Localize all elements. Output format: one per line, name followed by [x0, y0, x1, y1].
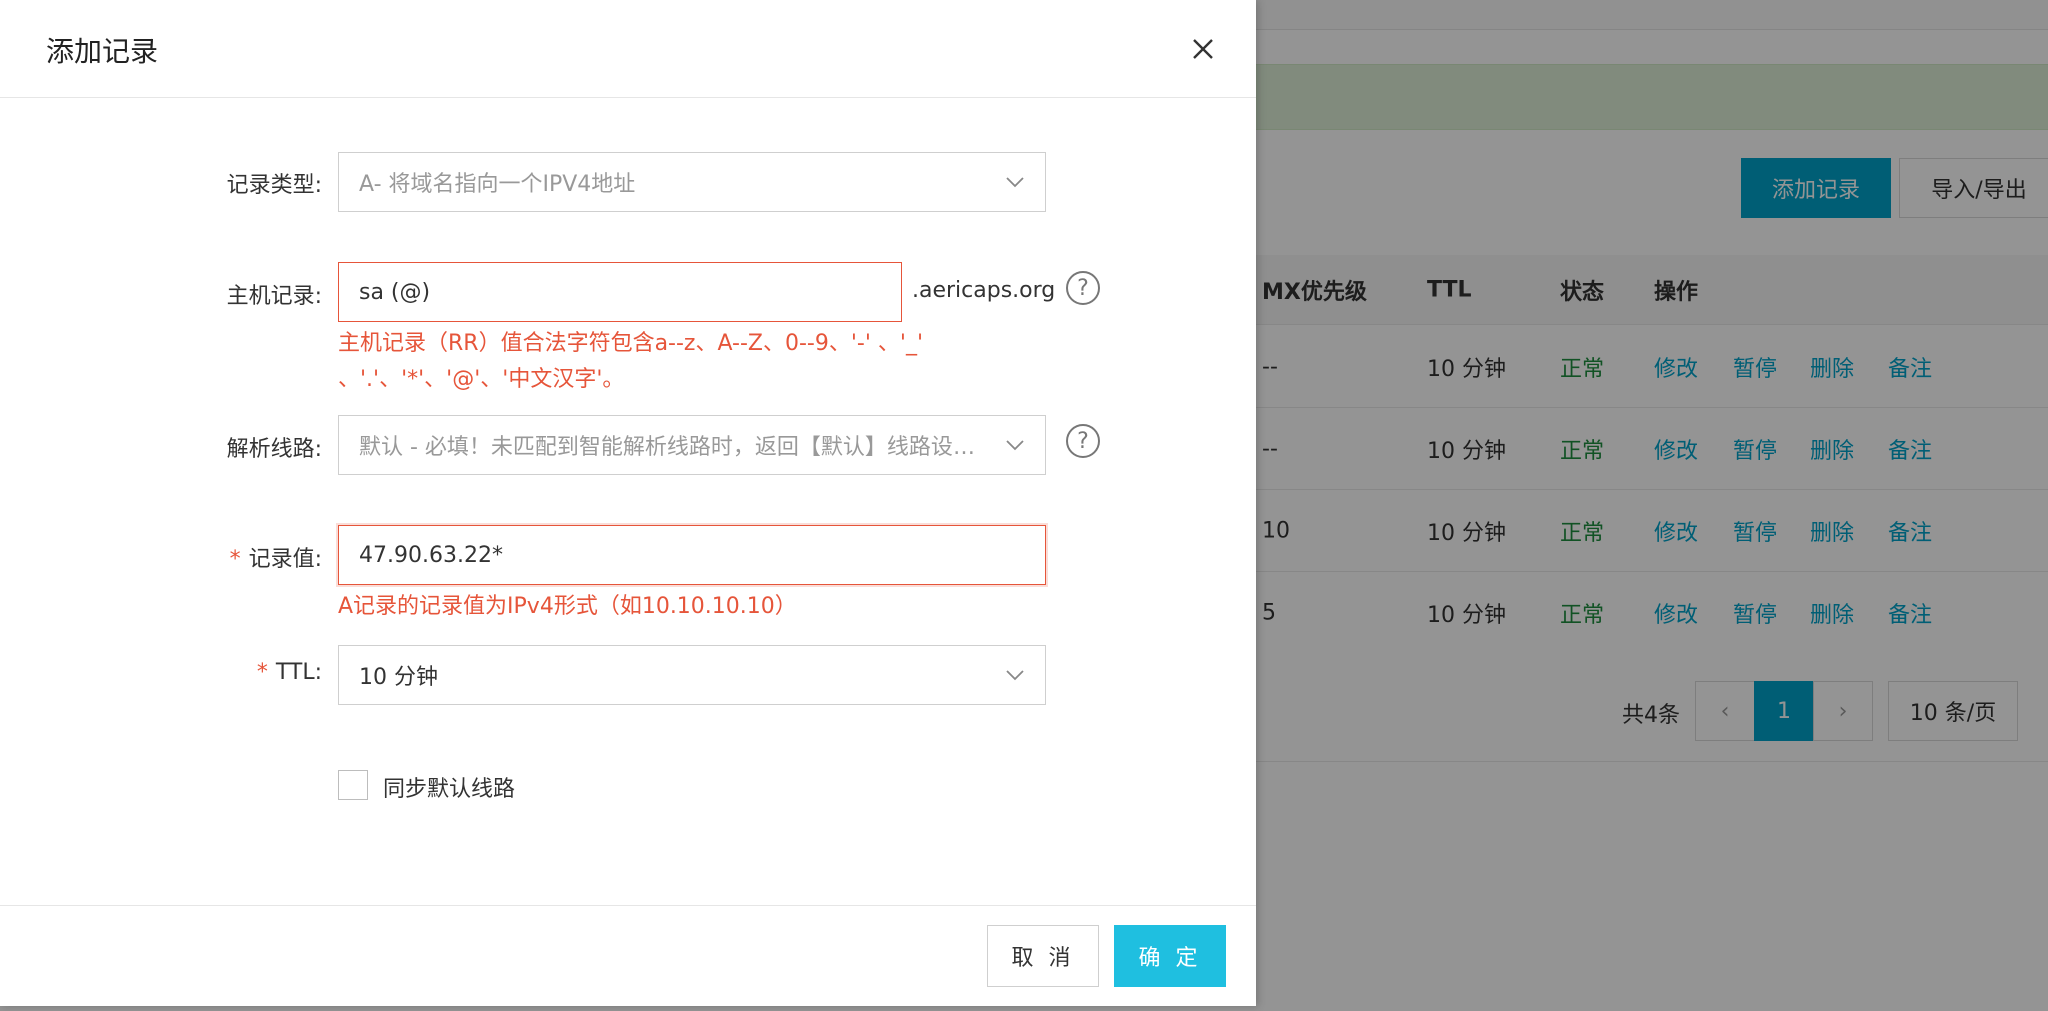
- confirm-button[interactable]: 确 定: [1114, 925, 1226, 987]
- ttl-label: * TTL:: [256, 660, 322, 685]
- host-record-input[interactable]: sa (@): [338, 262, 902, 322]
- domain-suffix: .aericaps.org: [912, 278, 1056, 303]
- chevron-down-icon: [1006, 670, 1024, 681]
- record-value-error: A记录的记录值为IPv4形式（如10.10.10.10）: [338, 594, 797, 619]
- sync-default-line-label[interactable]: 同步默认线路: [383, 771, 515, 803]
- record-type-label: 记录类型:: [226, 173, 322, 198]
- required-mark: *: [229, 547, 241, 572]
- add-record-dialog: 添加记录 记录类型: A- 将域名指向一个IPV4地址 主机记录: sa (@)…: [0, 0, 1256, 1006]
- host-record-error-cont: 、'.'、'*'、'@'、'中文汉字'。: [338, 367, 625, 392]
- record-value-input[interactable]: 47.90.63.22*: [338, 525, 1046, 585]
- resolution-line-select[interactable]: 默认 - 必填！未匹配到智能解析线路时，返回【默认】线路设置...: [338, 415, 1046, 475]
- record-value-label: * 记录值:: [229, 547, 322, 572]
- chevron-down-icon: [1006, 177, 1024, 188]
- ttl-select[interactable]: 10 分钟: [338, 645, 1046, 705]
- close-icon[interactable]: [1186, 32, 1220, 66]
- cancel-button[interactable]: 取 消: [987, 925, 1099, 987]
- help-icon[interactable]: ?: [1066, 271, 1100, 305]
- chevron-down-icon: [1006, 440, 1024, 451]
- dialog-title: 添加记录: [46, 35, 159, 68]
- required-mark: *: [256, 660, 268, 685]
- record-type-select[interactable]: A- 将域名指向一个IPV4地址: [338, 152, 1046, 212]
- host-record-error: 主机记录（RR）值合法字符包含a--z、A--Z、0--9、'-' 、'_': [338, 331, 923, 356]
- dialog-header: 添加记录: [0, 0, 1256, 98]
- resolution-line-label: 解析线路:: [226, 437, 322, 462]
- help-icon[interactable]: ?: [1066, 424, 1100, 458]
- host-record-label: 主机记录:: [226, 284, 322, 309]
- sync-default-line-checkbox[interactable]: [338, 770, 368, 800]
